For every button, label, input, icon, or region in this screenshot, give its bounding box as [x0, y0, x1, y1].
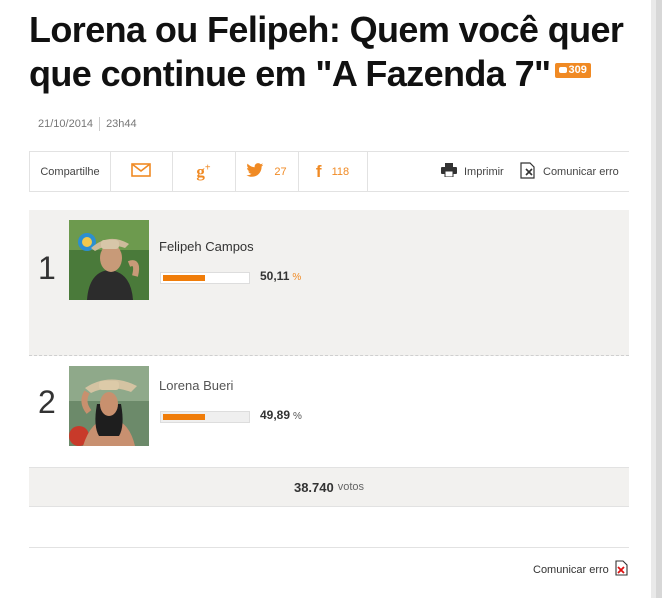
share-googleplus-button[interactable]: g+ [172, 152, 236, 191]
print-button[interactable]: Imprimir [441, 152, 504, 191]
contestant-name: Lorena Bueri [159, 378, 234, 393]
facebook-icon: f [315, 161, 322, 181]
article-date: 21/10/2014 [38, 117, 94, 130]
contestant-photo [69, 366, 149, 446]
vote-percent: 50,11% [260, 269, 301, 283]
mail-icon [130, 163, 151, 180]
scrollbar[interactable] [656, 0, 662, 598]
contestant-photo [69, 220, 149, 300]
total-votes: 38.740 votos [29, 467, 629, 507]
meta-divider [99, 117, 101, 131]
footer-report-error-link[interactable]: Comunicar erro [533, 560, 628, 579]
vote-percent-value: 49,89 [260, 408, 291, 422]
footer-report-error-label: Comunicar erro [533, 563, 609, 576]
share-twitter-button[interactable]: 27 [235, 152, 299, 191]
share-label: Compartilhe [29, 152, 111, 191]
poll-rank: 1 [38, 250, 56, 286]
poll-item: 1 Felipeh Campos 50,11% [29, 210, 629, 356]
total-votes-label: votos [337, 481, 365, 493]
poll-rank: 2 [38, 384, 56, 420]
vote-percent: 49,89% [260, 408, 302, 422]
comment-icon [558, 66, 567, 73]
article-title-text: Lorena ou Felipeh: Quem você quer que co… [29, 9, 624, 94]
vote-percent-value: 50,11 [260, 269, 290, 283]
share-bar: Compartilhe g+ 27 f 118 Imprimir Comunic… [29, 151, 629, 192]
comments-count: 309 [568, 63, 587, 76]
contestant-name: Felipeh Campos [159, 239, 254, 254]
vote-bar [160, 272, 250, 284]
article-meta: 21/10/2014 23h44 [38, 117, 137, 131]
report-error-label: Comunicar erro [543, 165, 619, 178]
footer-divider [29, 547, 629, 548]
poll-results: 1 Felipeh Campos 50,11% 2 Lorena Bueri 4… [29, 210, 629, 467]
percent-symbol: % [292, 272, 302, 283]
google-plus-icon: g+ [196, 161, 211, 181]
share-facebook-button[interactable]: f 118 [298, 152, 368, 191]
poll-item: 2 Lorena Bueri 49,89% [29, 356, 629, 467]
report-error-button[interactable]: Comunicar erro [520, 152, 619, 191]
facebook-count: 118 [331, 165, 350, 178]
report-error-icon [615, 560, 628, 579]
comments-badge[interactable]: 309 [554, 62, 591, 78]
twitter-count: 27 [274, 165, 287, 178]
vote-bar-fill [163, 414, 205, 420]
printer-icon [441, 163, 457, 180]
report-error-icon [520, 161, 536, 182]
vote-bar-fill [163, 275, 205, 281]
vote-bar [160, 411, 250, 423]
percent-symbol: % [293, 411, 302, 422]
article-time: 23h44 [106, 117, 137, 130]
article-title: Lorena ou Felipeh: Quem você quer que co… [29, 8, 639, 96]
print-label: Imprimir [464, 165, 504, 178]
twitter-icon [246, 162, 264, 181]
share-email-button[interactable] [109, 152, 173, 191]
total-votes-count: 38.740 [293, 479, 334, 495]
